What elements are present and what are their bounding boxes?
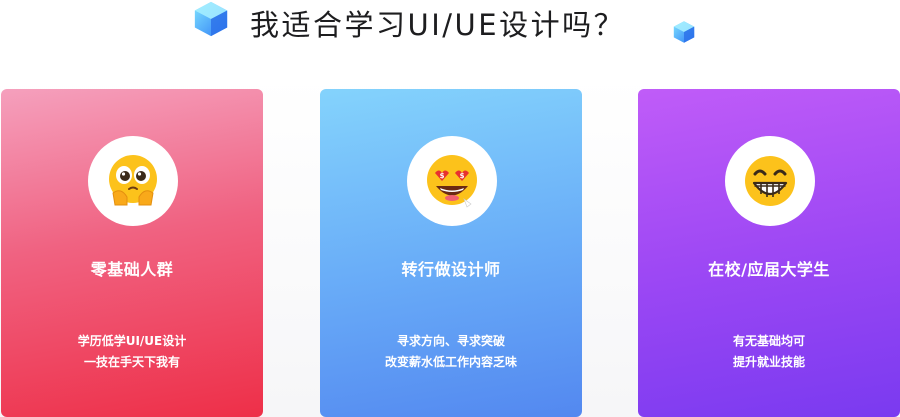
avatar — [88, 136, 178, 226]
svg-text:$: $ — [460, 172, 465, 180]
card-desc-line: 学历低学UI/UE设计 — [77, 334, 187, 348]
avatar: $ $ — [407, 136, 497, 226]
card-title: 转行做设计师 — [401, 260, 501, 279]
card-description: 学历低学UI/UE设计 一技在手天下我有 — [1, 331, 263, 373]
cube-icon — [194, 1, 228, 37]
card-title: 零基础人群 — [90, 260, 174, 279]
avatar — [725, 136, 815, 226]
card-desc-line: 寻求方向、寻求突破 — [396, 334, 505, 348]
card-description: 寻求方向、寻求突破 改变薪水低工作内容乏味 — [320, 331, 582, 373]
card-career-change[interactable]: $ $ 转行做设计师 寻求方向、寻求突破 改变薪水低工作内容乏味 — [320, 89, 582, 417]
header: 我适合学习UI/UE设计吗？ — [0, 0, 900, 50]
card-desc-line: 提升就业技能 — [732, 355, 805, 369]
card-desc-line: 一技在手天下我有 — [83, 355, 180, 369]
svg-text:$: $ — [440, 172, 445, 180]
card-beginners[interactable]: 零基础人群 学历低学UI/UE设计 一技在手天下我有 — [1, 89, 263, 417]
card-description: 有无基础均可 提升就业技能 — [638, 331, 900, 373]
money-eyes-emoji-icon: $ $ — [427, 155, 477, 208]
card-desc-line: 有无基础均可 — [732, 334, 805, 348]
shy-emoji-icon — [109, 155, 157, 206]
card-students[interactable]: 在校/应届大学生 有无基础均可 提升就业技能 — [638, 89, 900, 417]
page-title: 我适合学习UI/UE设计吗？ — [250, 8, 626, 42]
cube-icon — [673, 21, 695, 43]
grinning-emoji-icon — [745, 156, 795, 206]
card-desc-line: 改变薪水低工作内容乏味 — [384, 355, 517, 369]
card-title: 在校/应届大学生 — [708, 260, 830, 279]
